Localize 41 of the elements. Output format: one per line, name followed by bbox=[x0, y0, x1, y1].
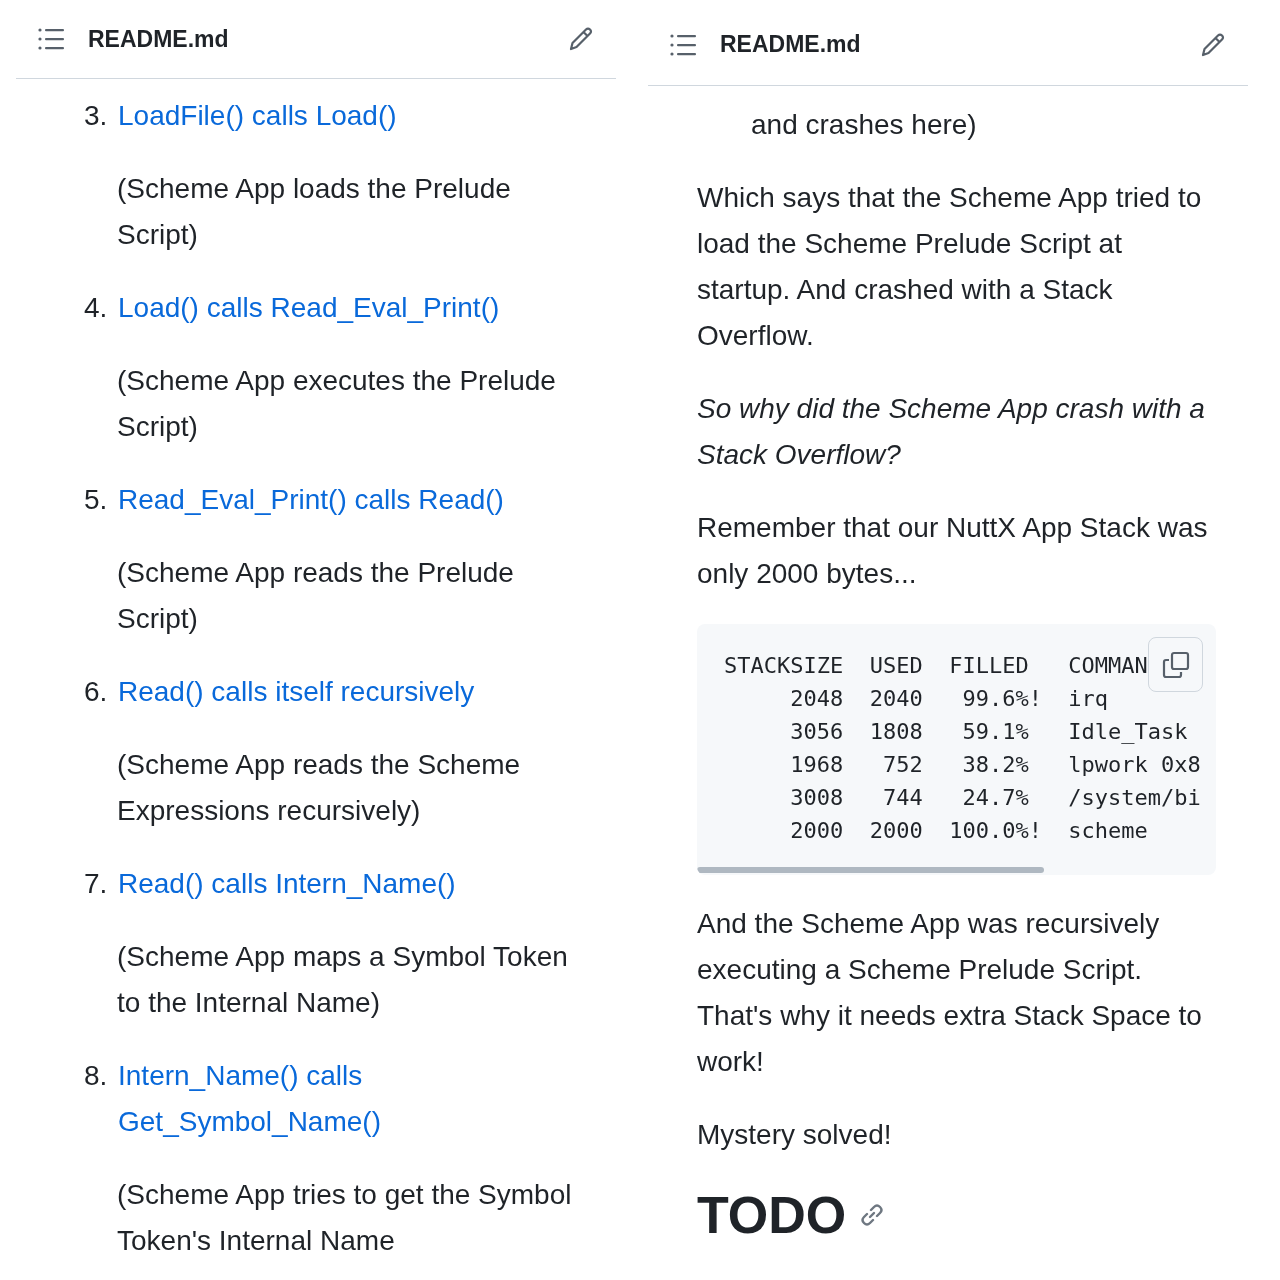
paragraph: And the Scheme App was recursively executing a Scheme Prelude Script. That's why it needs extra Stack Space to work! bbox=[697, 907, 1203, 1079]
item-note: (Scheme App maps a Symbol Token to the Internal Name) bbox=[117, 940, 569, 1020]
list-number: 8. bbox=[84, 1059, 109, 1093]
item-link[interactable]: Read_Eval_Print() calls Read() bbox=[118, 477, 598, 523]
edit-icon[interactable] bbox=[568, 26, 594, 52]
item-note: (Scheme App tries to get the Symbol Token's Internal Name bbox=[117, 1178, 573, 1258]
list-number: 4. bbox=[84, 291, 109, 325]
menu-icon[interactable] bbox=[670, 33, 696, 56]
code-line: 3008 744 24.7% /system/bi bbox=[789, 784, 1201, 812]
list-number: 3. bbox=[84, 99, 109, 133]
menu-icon[interactable] bbox=[38, 28, 64, 50]
list-number: 6. bbox=[84, 675, 109, 709]
item-note: (Scheme App reads the Scheme Expressions recursively) bbox=[117, 748, 522, 828]
section-heading: TODO bbox=[697, 1185, 847, 1245]
paragraph: Mystery solved! bbox=[697, 1118, 893, 1152]
item-link[interactable]: Read() calls Intern_Name() bbox=[118, 861, 598, 907]
list-number: 5. bbox=[84, 483, 109, 517]
code-line: 2000 2000 100.0%! scheme bbox=[789, 817, 1148, 845]
paragraph: Which says that the Scheme App tried to load the Scheme Prelude Script at startup. And crashed with a Stack Overflow. bbox=[697, 181, 1203, 353]
item-link[interactable]: Read() calls itself recursively bbox=[118, 669, 598, 715]
link-icon[interactable] bbox=[860, 1203, 885, 1227]
edit-icon[interactable] bbox=[1200, 31, 1226, 58]
item-link[interactable]: LoadFile() calls Load() bbox=[118, 93, 598, 139]
item-note: (Scheme App reads the Prelude Script) bbox=[117, 556, 515, 636]
scrollbar[interactable] bbox=[697, 867, 1044, 873]
item-note: (Scheme App loads the Prelude Script) bbox=[117, 172, 512, 252]
code-line: 2048 2040 99.6%! irq bbox=[789, 685, 1109, 713]
code-line: STACKSIZE USED FILLED COMMAN bbox=[724, 652, 1148, 680]
code-line: 3056 1808 59.1% Idle_Task bbox=[789, 718, 1188, 746]
item-note: (Scheme App executes the Prelude Script) bbox=[117, 364, 557, 444]
item-link[interactable]: Load() calls Read_Eval_Print() bbox=[118, 285, 598, 331]
paragraph: So why did the Scheme App crash with a Stack Overflow? bbox=[697, 392, 1206, 472]
file-title: README.md bbox=[88, 25, 230, 53]
file-title: README.md bbox=[720, 31, 862, 58]
list-number: 7. bbox=[84, 867, 109, 901]
copy-icon bbox=[1161, 650, 1190, 679]
item-note: and crashes here) bbox=[751, 108, 978, 142]
paragraph: Remember that our NuttX App Stack was only 2000 bytes... bbox=[697, 511, 1209, 591]
copy-button[interactable] bbox=[1148, 637, 1203, 692]
code-line: 1968 752 38.2% lpwork 0x8 bbox=[789, 751, 1201, 779]
item-link[interactable]: Intern_Name() calls Get_Symbol_Name() bbox=[118, 1053, 598, 1145]
